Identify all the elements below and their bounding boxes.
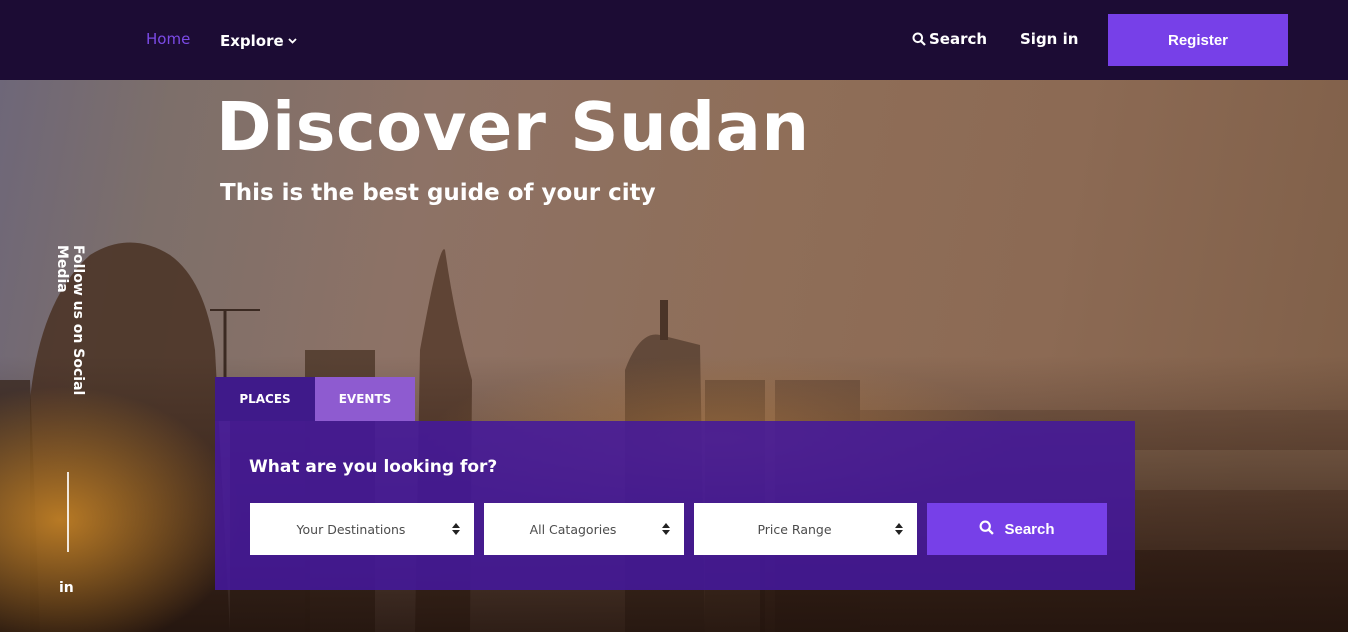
search-button-label: Search	[1004, 520, 1055, 538]
search-icon	[912, 30, 929, 48]
nav-signin-link[interactable]: Sign in	[1020, 30, 1078, 48]
price-range-select[interactable]: Price Range	[694, 503, 917, 555]
price-range-select-label: Price Range	[757, 521, 832, 537]
linkedin-icon[interactable]: in	[59, 580, 74, 596]
sort-arrows-icon	[662, 523, 670, 535]
tab-events[interactable]: EVENTS	[315, 377, 415, 421]
hero-title: Discover Sudan	[216, 88, 810, 166]
chevron-down-icon	[288, 30, 297, 48]
search-button[interactable]: Search	[927, 503, 1107, 555]
hero-subtitle: This is the best guide of your city	[220, 180, 656, 206]
navbar: Home Explore Search Sign in Register	[0, 0, 1348, 80]
categories-select[interactable]: All Catagories	[484, 503, 684, 555]
social-divider	[67, 472, 69, 552]
sort-arrows-icon	[895, 523, 903, 535]
search-panel-title: What are you looking for?	[249, 457, 498, 477]
destinations-select-label: Your Destinations	[296, 521, 406, 537]
destinations-select[interactable]: Your Destinations	[250, 503, 474, 555]
categories-select-label: All Catagories	[529, 521, 617, 537]
nav-search-label: Search	[929, 30, 988, 48]
sort-arrows-icon	[452, 523, 460, 535]
nav-explore-label: Explore	[220, 32, 284, 50]
search-panel: What are you looking for? Your Destinati…	[215, 421, 1135, 590]
social-media-label: Follow us on Social Media	[54, 245, 86, 396]
nav-home-link[interactable]: Home	[146, 30, 190, 48]
tab-places[interactable]: PLACES	[215, 377, 315, 421]
nav-explore-menu[interactable]: Explore	[220, 30, 297, 50]
search-icon	[979, 520, 995, 539]
nav-search-link[interactable]: Search	[912, 30, 987, 48]
register-button[interactable]: Register	[1108, 14, 1288, 66]
